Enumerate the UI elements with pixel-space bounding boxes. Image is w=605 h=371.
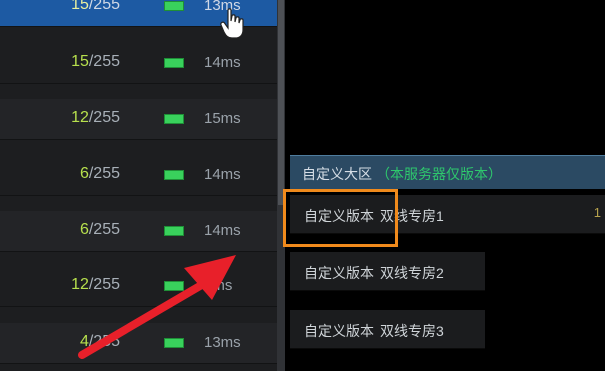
red-arrow-icon [78, 255, 236, 359]
